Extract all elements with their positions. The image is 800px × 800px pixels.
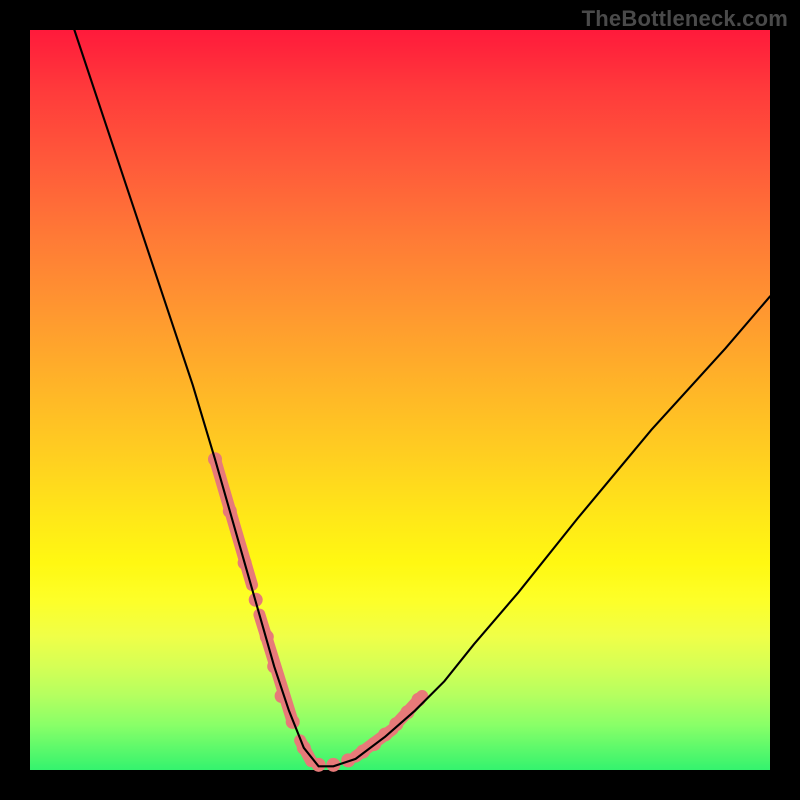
overlay-segments-group xyxy=(215,459,422,761)
plot-area xyxy=(30,30,770,770)
chart-svg xyxy=(30,30,770,770)
chart-stage: TheBottleneck.com xyxy=(0,0,800,800)
watermark-text: TheBottleneck.com xyxy=(582,6,788,32)
overlay-dots-group xyxy=(208,452,426,772)
curve-line xyxy=(74,30,770,766)
overlay-dot xyxy=(412,693,426,707)
overlay-dot xyxy=(389,717,403,731)
